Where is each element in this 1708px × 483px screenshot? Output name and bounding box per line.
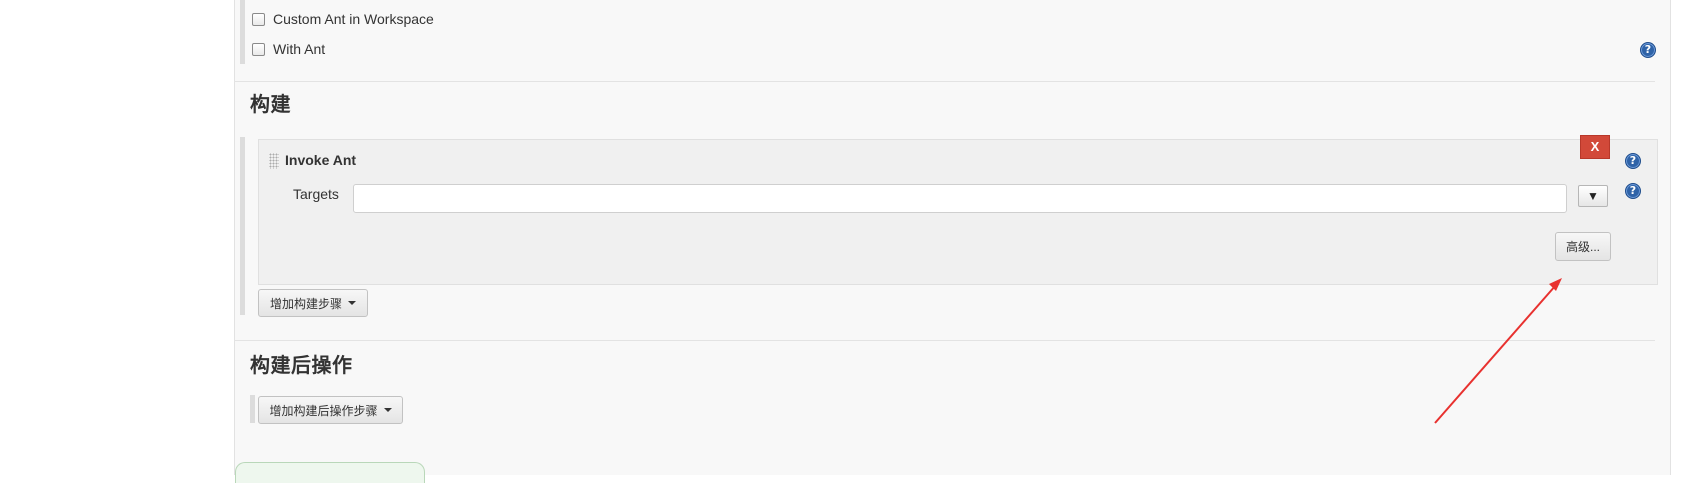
- annotation-arrow-head: [1549, 278, 1562, 291]
- annotation-arrow-line: [1434, 284, 1557, 424]
- annotation-arrow: [1434, 278, 1562, 424]
